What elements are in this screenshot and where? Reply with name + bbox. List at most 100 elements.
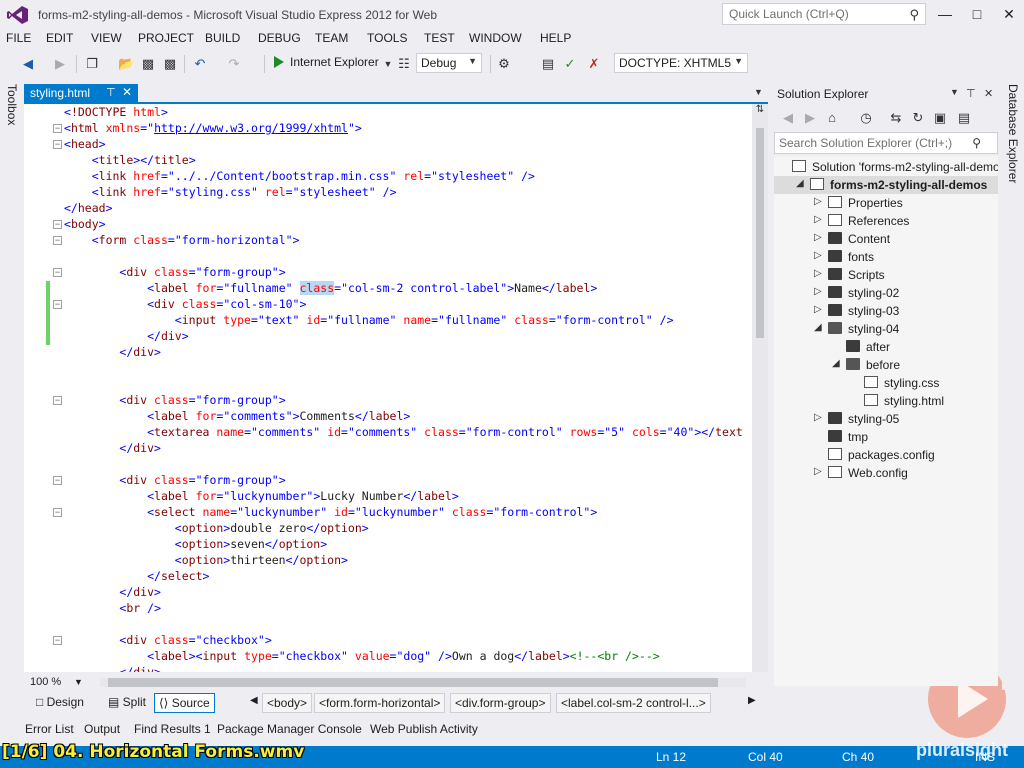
menu-tools[interactable]: TOOLS: [367, 31, 407, 45]
pin-icon[interactable]: ⊤: [966, 87, 976, 100]
breadcrumb-label[interactable]: <label.col-sm-2 control-l...>: [556, 693, 711, 713]
tree-item[interactable]: tmp: [774, 428, 998, 446]
breadcrumb-body[interactable]: <body>: [262, 693, 313, 713]
fold-toggle[interactable]: −: [53, 124, 62, 133]
menu-test[interactable]: TEST: [424, 31, 455, 45]
open-file-icon[interactable]: 📂: [118, 56, 134, 72]
chevron-down-icon[interactable]: ▼: [950, 87, 959, 97]
tree-item[interactable]: ▷ References: [774, 212, 998, 230]
fold-toggle[interactable]: −: [53, 636, 62, 645]
collapsed-arrow-icon[interactable]: ▷: [814, 214, 822, 225]
chevron-down-icon[interactable]: ▼: [380, 56, 396, 72]
tree-item[interactable]: ▷ styling-05: [774, 410, 998, 428]
solution-search-input[interactable]: Search Solution Explorer (Ctrl+;) ⚲: [774, 132, 998, 154]
pin-icon[interactable]: ⊤: [106, 86, 116, 99]
fold-toggle[interactable]: −: [53, 396, 62, 405]
menu-view[interactable]: VIEW: [91, 31, 122, 45]
scroll-thumb[interactable]: [756, 128, 764, 338]
tab-package-manager[interactable]: Package Manager Console: [217, 722, 362, 736]
tree-item[interactable]: ▷ Content: [774, 230, 998, 248]
split-view-button[interactable]: ▤ Split: [104, 693, 150, 713]
design-view-button[interactable]: □ Design: [32, 693, 88, 713]
tree-item[interactable]: ▷ Scripts: [774, 266, 998, 284]
back-icon[interactable]: ◀: [780, 110, 796, 126]
breadcrumb-form[interactable]: <form.form-horizontal>: [314, 693, 446, 713]
menu-window[interactable]: WINDOW: [469, 31, 522, 45]
browser-link-icon[interactable]: ☷: [396, 56, 412, 72]
document-tab[interactable]: styling.html ⊤ ✕: [24, 84, 138, 103]
sync-icon[interactable]: ⇆: [888, 110, 904, 126]
tree-item[interactable]: ▷ Properties: [774, 194, 998, 212]
breadcrumb-prev-icon[interactable]: ◀: [246, 693, 262, 713]
expanded-arrow-icon[interactable]: ◢: [796, 178, 804, 189]
tree-item[interactable]: ◢ styling-04: [774, 320, 998, 338]
document-icon[interactable]: ▤: [540, 56, 556, 72]
collapsed-arrow-icon[interactable]: ▷: [814, 232, 822, 243]
menu-build[interactable]: BUILD: [205, 31, 240, 45]
menu-project[interactable]: PROJECT: [138, 31, 194, 45]
menu-file[interactable]: FILE: [6, 31, 31, 45]
tab-output[interactable]: Output: [84, 722, 120, 736]
tree-item[interactable]: styling.html: [774, 392, 998, 410]
home-icon[interactable]: ⌂: [824, 110, 840, 126]
breadcrumb-div[interactable]: <div.form-group>: [450, 693, 551, 713]
fold-toggle[interactable]: −: [53, 268, 62, 277]
tab-web-publish[interactable]: Web Publish Activity: [370, 722, 478, 736]
tree-item[interactable]: ▷ styling-03: [774, 302, 998, 320]
menu-team[interactable]: TEAM: [315, 31, 348, 45]
doctype-select[interactable]: DOCTYPE: XHTML5 ▼: [614, 53, 748, 73]
tab-find-results[interactable]: Find Results 1: [134, 722, 211, 736]
split-window-icon[interactable]: ⇅: [752, 104, 768, 118]
breadcrumb-next-icon[interactable]: ▶: [744, 693, 760, 713]
collapse-all-icon[interactable]: ▣: [932, 110, 948, 126]
chevron-down-icon[interactable]: ▼: [754, 87, 763, 97]
collapsed-arrow-icon[interactable]: ▷: [814, 196, 822, 207]
editor-vertical-scrollbar[interactable]: [752, 104, 768, 672]
collapsed-arrow-icon[interactable]: ▷: [814, 286, 822, 297]
run-target-label[interactable]: Internet Explorer: [290, 55, 379, 69]
menu-debug[interactable]: DEBUG: [258, 31, 301, 45]
code-editor[interactable]: − − − − − − − − − − <!DOCTYPE html> <html…: [24, 104, 768, 672]
menu-edit[interactable]: EDIT: [46, 31, 73, 45]
scroll-thumb[interactable]: [108, 678, 718, 687]
configuration-select[interactable]: Debug ▼: [416, 53, 482, 73]
source-view-button[interactable]: ⟨⟩ Source: [154, 693, 215, 713]
collapsed-arrow-icon[interactable]: ▷: [814, 466, 822, 477]
fold-toggle[interactable]: −: [53, 220, 62, 229]
fold-toggle[interactable]: −: [53, 476, 62, 485]
tree-item[interactable]: ◢ before: [774, 356, 998, 374]
redo-icon[interactable]: ↷: [226, 56, 242, 72]
chevron-down-icon[interactable]: ▼: [74, 677, 83, 687]
refresh-icon[interactable]: ↻: [910, 110, 926, 126]
tree-item[interactable]: after: [774, 338, 998, 356]
validate-icon[interactable]: ✓: [562, 56, 578, 72]
fold-toggle[interactable]: −: [53, 140, 62, 149]
quick-launch-input[interactable]: Quick Launch (Ctrl+Q) ⚲: [722, 3, 926, 25]
close-window-button[interactable]: ✕: [994, 3, 1024, 25]
collapsed-arrow-icon[interactable]: ▷: [814, 250, 822, 261]
collapsed-arrow-icon[interactable]: ▷: [814, 268, 822, 279]
tab-error-list[interactable]: Error List: [25, 722, 74, 736]
tree-item[interactable]: ▷ Web.config: [774, 464, 998, 482]
database-explorer-tab[interactable]: Database Explorer: [1006, 84, 1020, 183]
close-tab-icon[interactable]: ✕: [122, 85, 132, 99]
show-all-files-icon[interactable]: ▤: [956, 110, 972, 126]
tree-item[interactable]: packages.config: [774, 446, 998, 464]
expanded-arrow-icon[interactable]: ◢: [832, 358, 840, 369]
fold-toggle[interactable]: −: [53, 236, 62, 245]
tree-item[interactable]: ◢ forms-m2-styling-all-demos: [774, 176, 998, 194]
close-icon[interactable]: ✕: [984, 87, 993, 100]
check-errors-icon[interactable]: ✗: [586, 56, 602, 72]
forward-icon[interactable]: ▶: [802, 110, 818, 126]
editor-horizontal-scrollbar[interactable]: [100, 678, 746, 687]
tree-item[interactable]: Solution 'forms-m2-styling-all-demo: [774, 158, 998, 176]
undo-icon[interactable]: ↶: [192, 56, 208, 72]
maximize-button[interactable]: □: [962, 3, 992, 25]
collapsed-arrow-icon[interactable]: ▷: [814, 412, 822, 423]
collapsed-arrow-icon[interactable]: ▷: [814, 304, 822, 315]
zoom-level[interactable]: 100 %: [30, 676, 61, 688]
attach-process-icon[interactable]: ⚙: [496, 56, 512, 72]
fold-toggle[interactable]: −: [53, 300, 62, 309]
navigate-back-icon[interactable]: ◀: [20, 56, 36, 72]
navigate-forward-icon[interactable]: ▶: [52, 56, 68, 72]
